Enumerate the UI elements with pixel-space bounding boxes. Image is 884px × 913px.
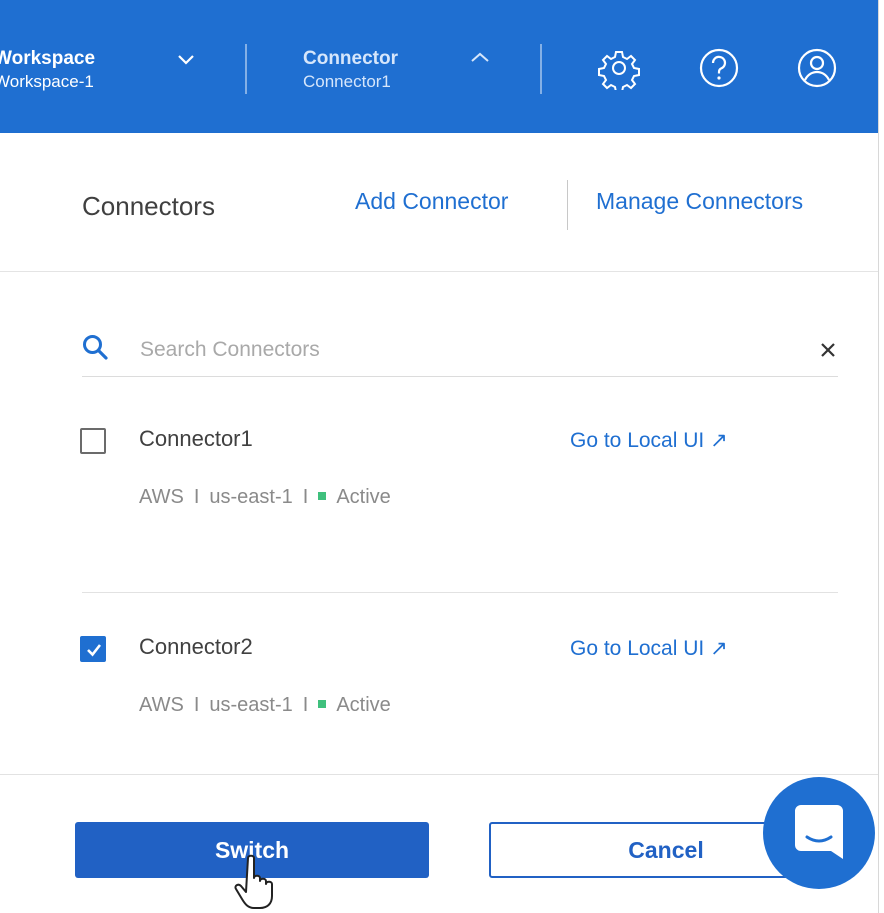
go-to-local-ui-link[interactable]: Go to Local UI ↗ xyxy=(570,636,728,661)
connector-name: Connector2 xyxy=(139,634,253,659)
go-to-local-ui-link[interactable]: Go to Local UI ↗ xyxy=(570,428,728,453)
meta-separator: I xyxy=(302,486,309,508)
connector-region: us-east-1 xyxy=(209,486,293,508)
help-icon[interactable] xyxy=(697,46,741,90)
connector-meta: AWS Ius-east-1 I Active xyxy=(139,486,391,509)
manage-connectors-link[interactable]: Manage Connectors xyxy=(596,188,803,215)
topbar-divider xyxy=(245,44,247,94)
checkmark-icon xyxy=(87,644,102,657)
topbar-divider xyxy=(540,44,542,94)
footer-divider xyxy=(0,774,878,775)
connector-panel: Workspace Workspace-1 Connector Connecto… xyxy=(0,0,879,913)
meta-separator: I xyxy=(193,694,200,716)
list-divider xyxy=(82,592,838,593)
connector-status: Active xyxy=(336,694,391,716)
page-title: Connectors xyxy=(82,191,215,221)
connector-status: Active xyxy=(336,486,391,508)
search-input[interactable] xyxy=(140,332,760,368)
search-bar xyxy=(82,332,838,377)
meta-separator: I xyxy=(193,486,200,508)
status-indicator-icon xyxy=(318,491,327,500)
workspace-title: Workspace xyxy=(0,48,96,69)
connector-selector[interactable]: Connector Connector1 xyxy=(303,47,398,93)
search-icon xyxy=(83,335,108,360)
connector-provider: AWS xyxy=(139,486,184,508)
meta-separator: I xyxy=(302,694,309,716)
gear-icon[interactable] xyxy=(597,46,641,90)
workspace-value: Workspace-1 xyxy=(0,72,94,91)
connector-meta: AWS Ius-east-1 I Active xyxy=(139,694,391,717)
add-connector-link[interactable]: Add Connector xyxy=(355,188,508,215)
connector-checkbox[interactable] xyxy=(80,428,106,454)
chevron-down-icon[interactable] xyxy=(177,54,195,66)
connectors-header: Connectors Add Connector Manage Connecto… xyxy=(0,133,878,272)
chat-icon xyxy=(795,805,843,859)
status-indicator-icon xyxy=(318,699,327,708)
connector-checkbox[interactable] xyxy=(80,636,106,662)
connector-value: Connector1 xyxy=(303,72,391,91)
chat-launcher-button[interactable] xyxy=(763,777,875,889)
top-navigation-bar: Workspace Workspace-1 Connector Connecto… xyxy=(0,0,878,133)
user-icon[interactable] xyxy=(795,46,839,90)
workspace-selector[interactable]: Workspace Workspace-1 xyxy=(0,47,95,93)
hand-cursor-icon xyxy=(234,854,273,909)
chevron-up-icon[interactable] xyxy=(469,50,491,64)
close-icon[interactable] xyxy=(818,340,838,360)
connector-name: Connector1 xyxy=(139,426,253,451)
connector-region: us-east-1 xyxy=(209,694,293,716)
connector-title: Connector xyxy=(303,48,398,69)
connector-provider: AWS xyxy=(139,694,184,716)
header-divider xyxy=(567,180,568,230)
